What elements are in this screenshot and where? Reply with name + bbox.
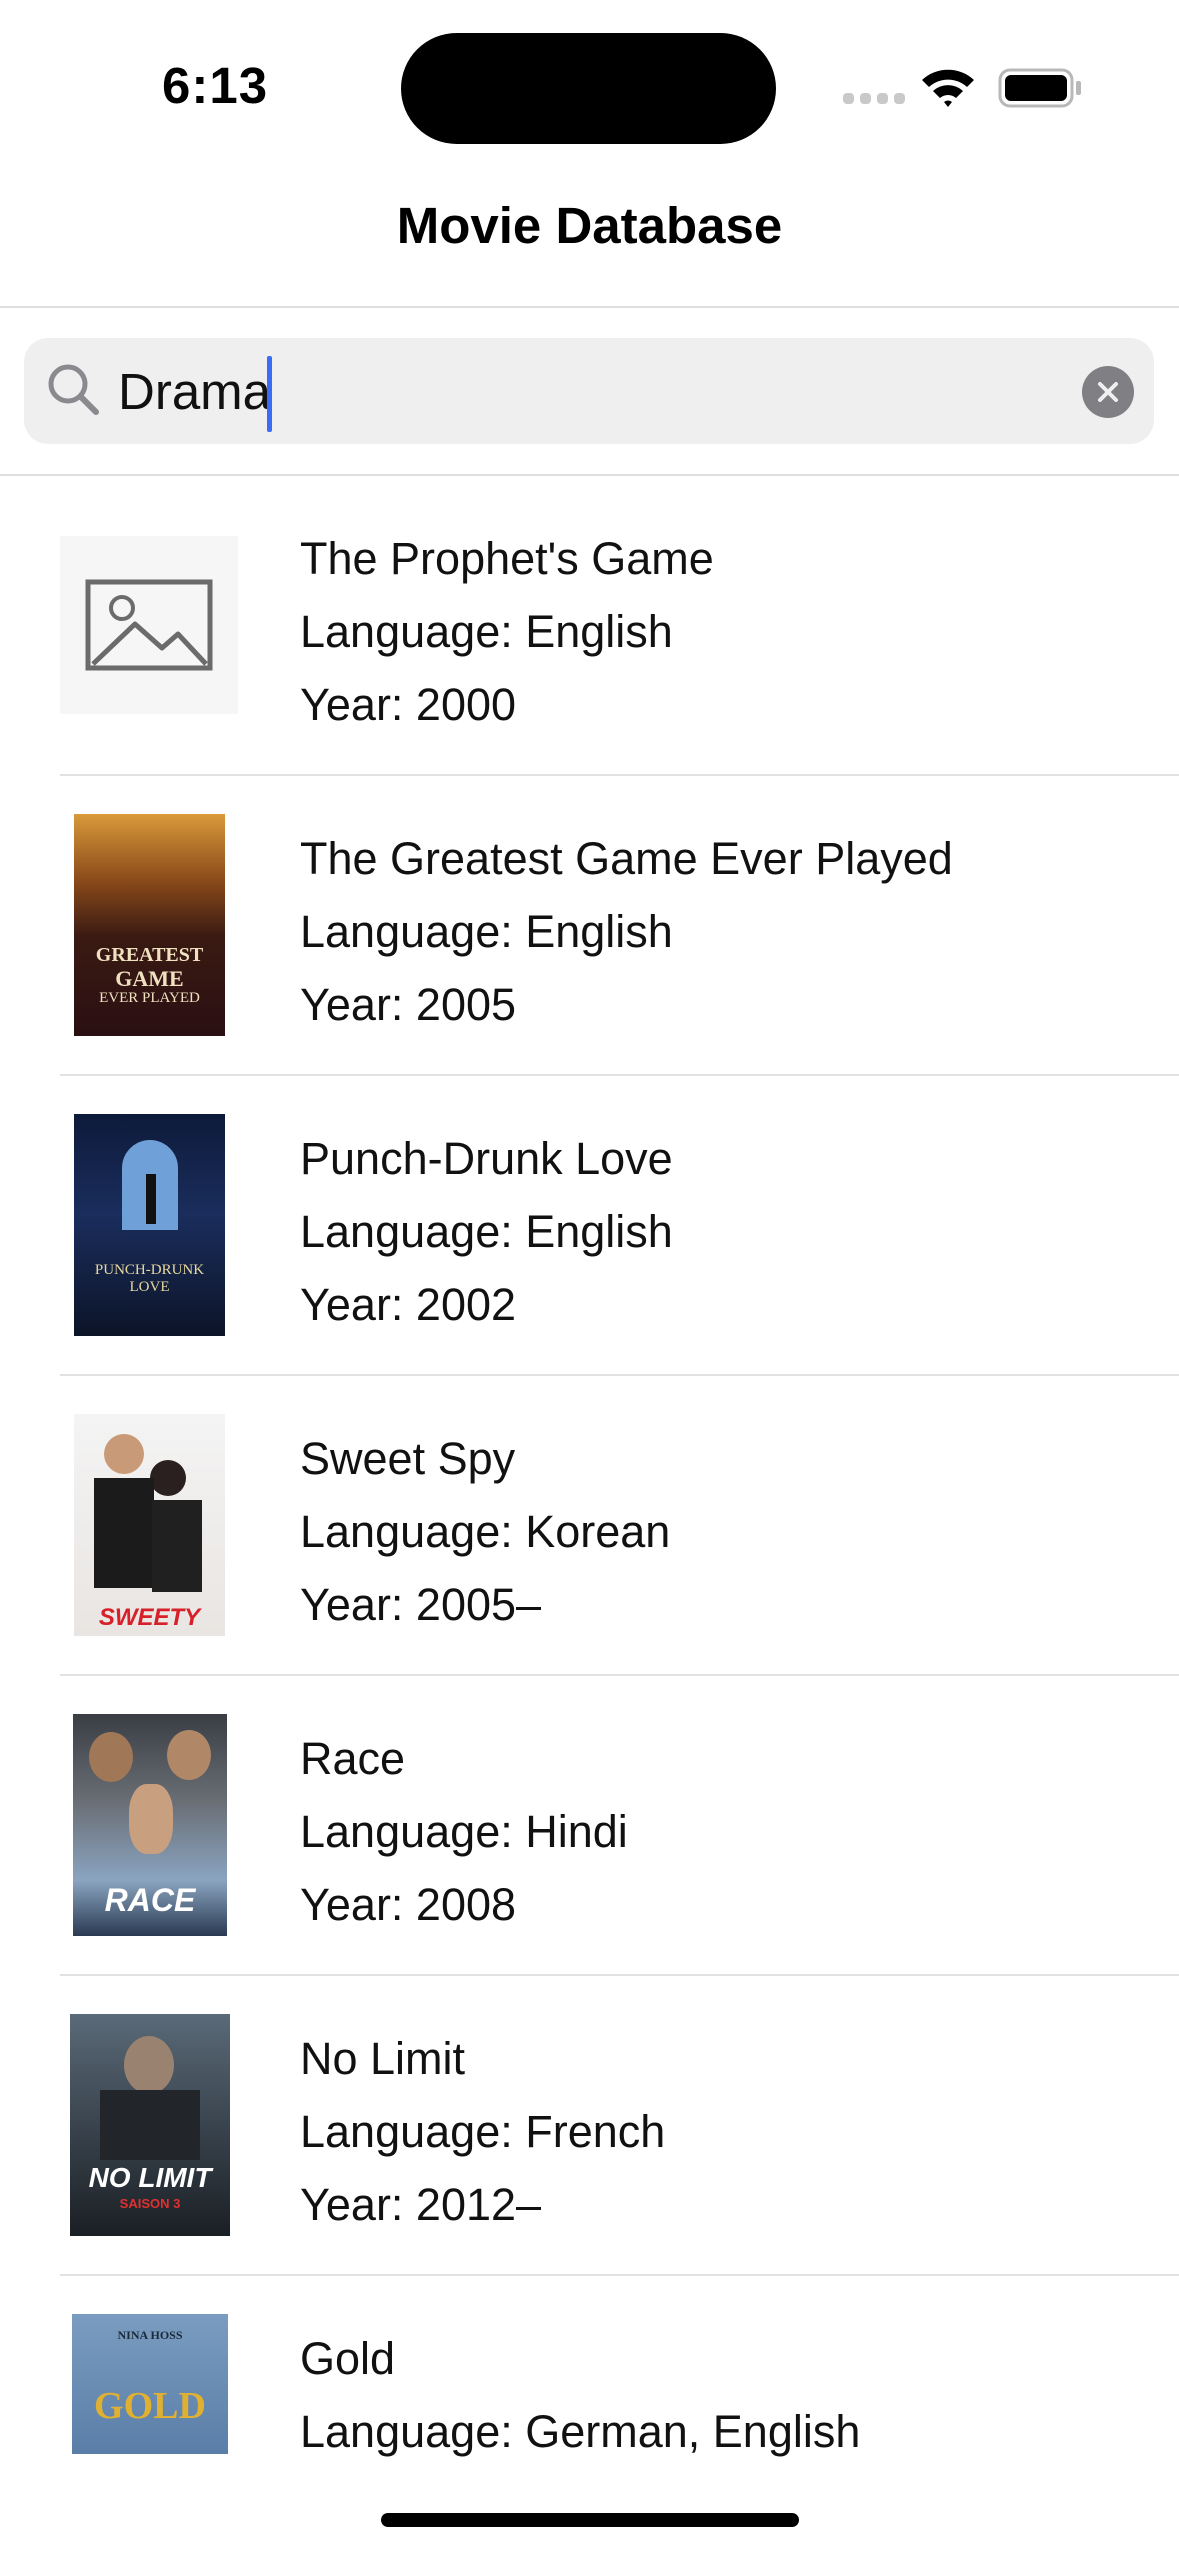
poster-text: SAISON 3 (119, 2196, 181, 2211)
poster-text: GOLD (94, 2385, 206, 2427)
list-item[interactable]: PUNCH-DRUNK LOVE Punch-Drunk Love Langua… (0, 1076, 1179, 1376)
list-item[interactable]: NO LIMIT SAISON 3 No Limit Language: Fre… (0, 1976, 1179, 2276)
list-item[interactable]: RACE Race Language: Hindi Year: 2008 (0, 1676, 1179, 1976)
movie-language: Language: English (300, 906, 673, 957)
movie-year: Year: 2005 (300, 979, 517, 1030)
poster-text: RACE (104, 1882, 196, 1918)
list-item[interactable]: The Prophet's Game Language: English Yea… (0, 476, 1179, 776)
placeholder-image-icon (60, 536, 238, 714)
list-item[interactable]: NINA HOSS GOLD Gold Language: German, En… (0, 2276, 1179, 2576)
movie-poster: NO LIMIT SAISON 3 (70, 2014, 230, 2236)
movie-language: Language: English (300, 1206, 673, 1257)
search-icon (44, 360, 104, 420)
poster-text: PUNCH-DRUNK LOVE (94, 1262, 205, 1295)
movie-list: The Prophet's Game Language: English Yea… (0, 476, 1179, 2576)
movie-language: Language: German, English (300, 2406, 861, 2457)
movie-year: Year: 2002 (300, 1279, 517, 1330)
page-title: Movie Database (396, 197, 783, 254)
nav-divider (0, 306, 1179, 308)
movie-year: Year: 2008 (300, 1879, 517, 1930)
movie-title: The Greatest Game Ever Played (300, 833, 953, 884)
movie-info: Gold Language: German, English (300, 2322, 860, 2468)
poster-text: NO LIMIT (88, 2162, 212, 2193)
movie-title: Sweet Spy (300, 1433, 516, 1484)
poster-text: GAME (115, 966, 184, 991)
movie-poster: NINA HOSS GOLD (72, 2314, 228, 2454)
poster-text: SWEETY SPY (98, 1604, 201, 1636)
search-input[interactable] (118, 356, 1018, 426)
movie-year: Year: 2000 (300, 679, 517, 730)
movie-title: Gold (300, 2333, 396, 2384)
movie-title: No Limit (300, 2033, 466, 2084)
poster-text: GREATEST (95, 944, 204, 966)
close-icon (1098, 382, 1118, 402)
movie-info: No Limit Language: French Year: 2012– (300, 2022, 665, 2241)
movie-poster: RACE (73, 1714, 227, 1936)
battery-icon (998, 68, 1084, 113)
movie-year: Year: 2005– (300, 1579, 542, 1630)
movie-year: Year: 2012– (300, 2179, 542, 2230)
movie-info: Sweet Spy Language: Korean Year: 2005– (300, 1422, 670, 1641)
list-item[interactable]: SWEETY SPY Sweet Spy Language: Korean Ye… (0, 1376, 1179, 1676)
wifi-icon (920, 66, 976, 113)
list-item[interactable]: GREATEST GAME EVER PLAYED The Greatest G… (0, 776, 1179, 1076)
status-bar: 6:13 (0, 0, 1179, 170)
movie-title: Race (300, 1733, 406, 1784)
poster-text: NINA HOSS (117, 2328, 183, 2342)
movie-info: The Greatest Game Ever Played Language: … (300, 822, 953, 1041)
movie-title: The Prophet's Game (300, 533, 714, 584)
dynamic-island (401, 33, 776, 144)
poster-text: EVER PLAYED (99, 990, 200, 1006)
home-indicator[interactable] (381, 2513, 799, 2527)
movie-poster: SWEETY SPY (74, 1414, 225, 1636)
movie-language: Language: Hindi (300, 1806, 628, 1857)
movie-poster: PUNCH-DRUNK LOVE (74, 1114, 225, 1336)
movie-poster: GREATEST GAME EVER PLAYED (74, 814, 225, 1036)
clear-search-button[interactable] (1082, 366, 1134, 418)
movie-language: Language: French (300, 2106, 666, 2157)
search-bar[interactable] (24, 338, 1154, 444)
movie-title: Punch-Drunk Love (300, 1133, 673, 1184)
movie-info: The Prophet's Game Language: English Yea… (300, 522, 714, 741)
movie-info: Punch-Drunk Love Language: English Year:… (300, 1122, 673, 1341)
movie-language: Language: English (300, 606, 673, 657)
movie-language: Language: Korean (300, 1506, 671, 1557)
status-time: 6:13 (162, 57, 269, 114)
text-cursor (267, 356, 272, 432)
movie-info: Race Language: Hindi Year: 2008 (300, 1722, 628, 1941)
